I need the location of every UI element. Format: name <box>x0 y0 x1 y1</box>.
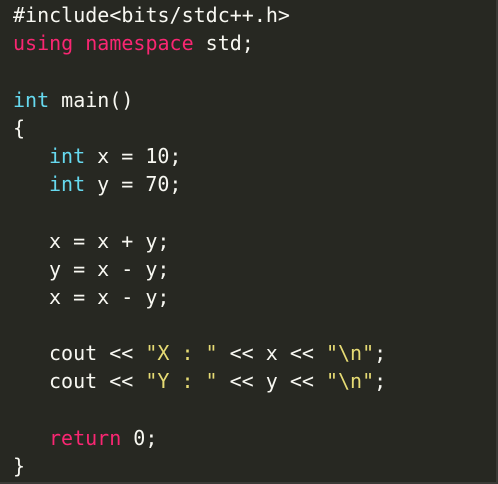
code-line: int y = 70; <box>13 170 386 198</box>
code-token: ; <box>374 369 387 394</box>
code-line: using namespace std; <box>13 29 386 57</box>
code-token: int <box>49 143 86 168</box>
code-token: y = 70; <box>85 172 182 197</box>
code-token: "X : " <box>145 341 218 366</box>
code-token: x = 10; <box>85 143 182 168</box>
code-line: #include<bits/stdc++.h> <box>13 1 386 29</box>
code-token: 0; <box>121 425 158 450</box>
code-token: } <box>13 454 26 478</box>
code-line: x = x + y; <box>13 227 386 255</box>
code-block[interactable]: #include<bits/stdc++.h> using namespace s… <box>13 1 386 480</box>
code-token: namespace <box>85 31 194 56</box>
code-token: "Y : " <box>145 369 218 394</box>
code-token: << x << <box>217 341 326 366</box>
code-line: cout << "X : " << x << "\n"; <box>13 339 386 367</box>
code-editor[interactable]: #include<bits/stdc++.h> using namespace s… <box>0 0 498 484</box>
code-token: y = x - y; <box>49 256 170 281</box>
code-token: << y << <box>217 369 326 394</box>
code-line: y = x - y; <box>13 255 386 283</box>
code-token: main() <box>49 87 134 112</box>
code-line: int x = 10; <box>13 142 386 170</box>
code-token: x = x + y; <box>49 228 170 253</box>
code-line: cout << "Y : " << y << "\n"; <box>13 367 386 395</box>
code-token: #include<bits/stdc++.h> <box>13 3 290 27</box>
code-line: { <box>13 114 386 142</box>
code-token: { <box>13 115 26 140</box>
code-token: "\n" <box>325 341 375 366</box>
code-token: return <box>49 425 122 450</box>
code-token: "\n" <box>325 369 375 394</box>
code-token: std; <box>193 31 254 56</box>
code-token: cout << <box>49 341 146 366</box>
code-token: cout << <box>49 369 146 394</box>
code-line: x = x - y; <box>13 283 386 311</box>
code-token: int <box>49 172 86 197</box>
code-token: ; <box>374 341 387 366</box>
code-token: int <box>13 87 50 112</box>
code-line: int main() <box>13 86 386 114</box>
code-token: x = x - y; <box>49 284 170 309</box>
code-line: } <box>13 452 386 480</box>
code-line: return 0; <box>13 424 386 452</box>
code-token: using <box>13 31 74 56</box>
